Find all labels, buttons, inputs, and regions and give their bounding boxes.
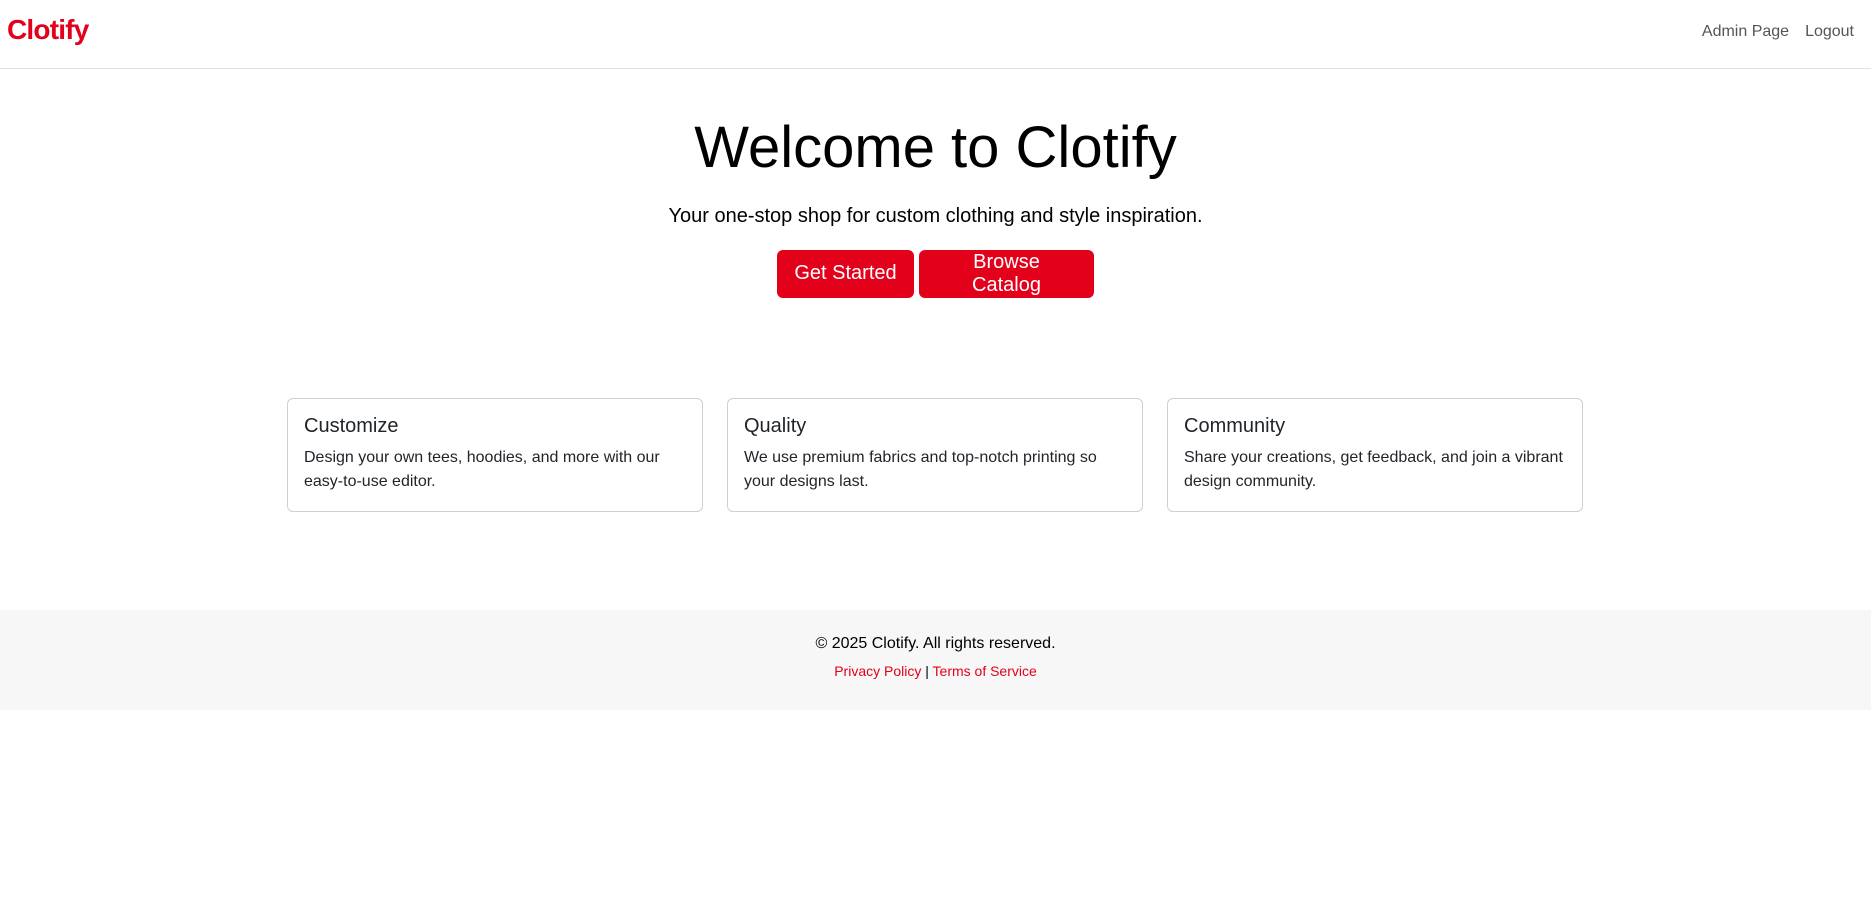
feature-card-community: Community Share your creations, get feed…: [1167, 398, 1583, 512]
privacy-policy-link[interactable]: Privacy Policy: [834, 663, 921, 679]
nav-links: Admin Page Logout: [1702, 23, 1854, 41]
features-section: Customize Design your own tees, hoodies,…: [287, 398, 1584, 512]
terms-of-service-link[interactable]: Terms of Service: [933, 663, 1037, 679]
footer: © 2025 Clotify. All rights reserved. Pri…: [0, 610, 1871, 710]
footer-copyright: © 2025 Clotify. All rights reserved.: [815, 635, 1056, 652]
hero-title: Welcome to Clotify: [694, 115, 1177, 180]
hero-buttons: Get Started Browse Catalog: [0, 249, 1871, 298]
nav-link-admin-page[interactable]: Admin Page: [1702, 23, 1789, 41]
get-started-button[interactable]: Get Started: [777, 249, 914, 298]
feature-text: Share your creations, get feedback, and …: [1184, 449, 1563, 490]
feature-card-customize: Customize Design your own tees, hoodies,…: [287, 398, 703, 512]
browse-catalog-button[interactable]: Browse Catalog: [919, 249, 1094, 298]
feature-card-quality: Quality We use premium fabrics and top-n…: [727, 398, 1143, 512]
feature-title: Community: [1184, 415, 1286, 437]
footer-links: Privacy Policy | Terms of Service: [0, 663, 1871, 679]
navbar: Clotify Admin Page Logout: [0, 0, 1871, 69]
feature-title: Quality: [744, 415, 807, 437]
feature-text: We use premium fabrics and top-notch pri…: [744, 449, 1097, 490]
hero-subtitle: Your one-stop shop for custom clothing a…: [668, 204, 1203, 227]
feature-title: Customize: [304, 415, 399, 437]
feature-text: Design your own tees, hoodies, and more …: [304, 449, 660, 490]
brand-logo[interactable]: Clotify: [7, 14, 89, 46]
nav-link-logout[interactable]: Logout: [1805, 23, 1854, 41]
footer-separator: |: [925, 663, 929, 679]
hero-section: Welcome to Clotify Your one-stop shop fo…: [0, 69, 1871, 298]
